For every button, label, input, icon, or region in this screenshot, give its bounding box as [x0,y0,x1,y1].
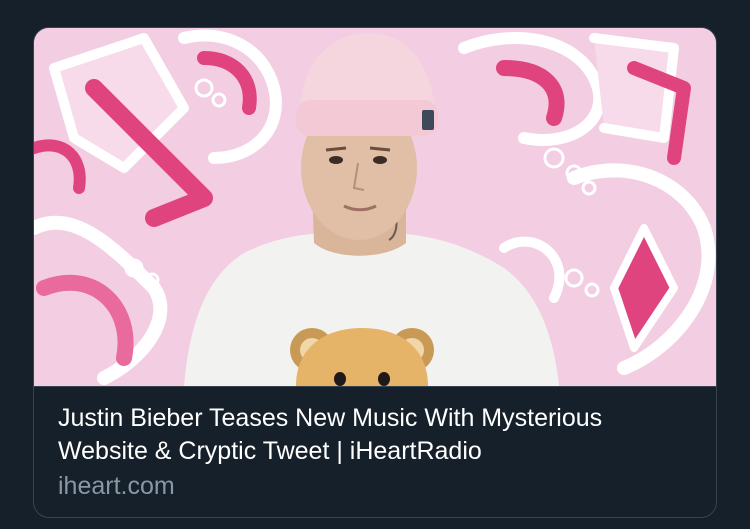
link-preview-meta[interactable]: Justin Bieber Teases New Music With Myst… [34,387,716,517]
preview-photo [34,28,716,386]
link-domain: iheart.com [58,472,175,500]
link-preview-card[interactable]: Justin Bieber Teases New Music With Myst… [33,27,717,518]
link-preview-image[interactable] [34,28,716,387]
link-title[interactable]: Justin Bieber Teases New Music With Myst… [58,402,694,468]
